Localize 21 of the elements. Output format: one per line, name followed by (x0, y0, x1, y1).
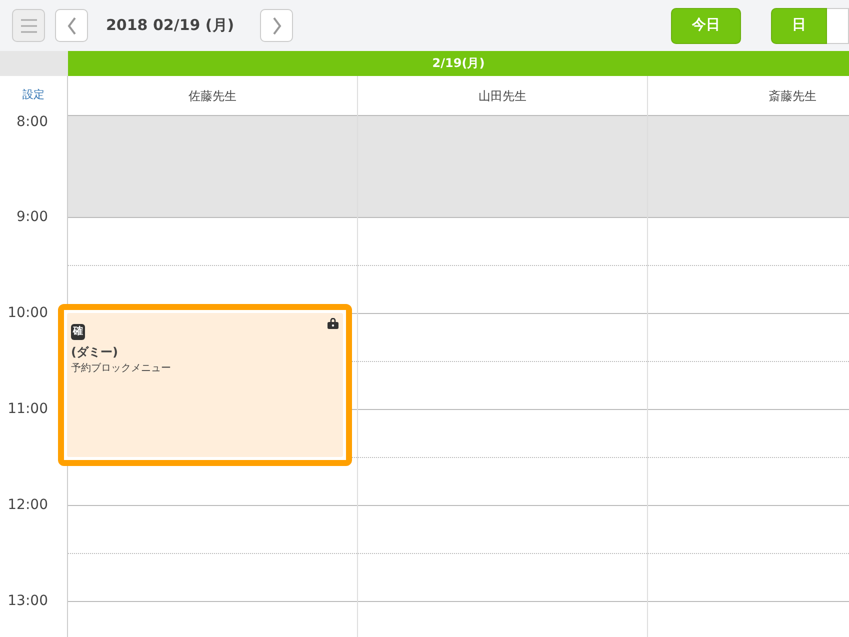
chevron-right-icon (272, 16, 282, 34)
status-badge: 確 (71, 324, 85, 340)
chevron-left-icon (66, 16, 76, 34)
date-title: 2018 02/19 (月) (106, 15, 234, 36)
previous-button[interactable] (55, 9, 88, 42)
menu-button[interactable] (12, 9, 45, 42)
date-bar: 2/19(月) (68, 51, 849, 76)
time-label: 9:00 (16, 209, 48, 225)
header-corner (0, 51, 68, 76)
view-tab-partial[interactable] (827, 8, 849, 44)
time-label: 12:00 (8, 497, 48, 513)
menu-icon (20, 18, 38, 34)
time-label: 13:00 (8, 593, 48, 609)
time-label: 8:00 (16, 115, 48, 130)
appointment-menu: 予約ブロックメニュー (71, 361, 339, 376)
appointment-block[interactable]: 確 (ダミー) 予約ブロックメニュー (58, 304, 352, 466)
settings-link[interactable]: 設定 (22, 87, 44, 104)
appointment-title: (ダミー) (71, 344, 119, 361)
time-label: 11:00 (8, 401, 48, 417)
time-label: 10:00 (8, 305, 48, 321)
next-button[interactable] (260, 9, 294, 42)
